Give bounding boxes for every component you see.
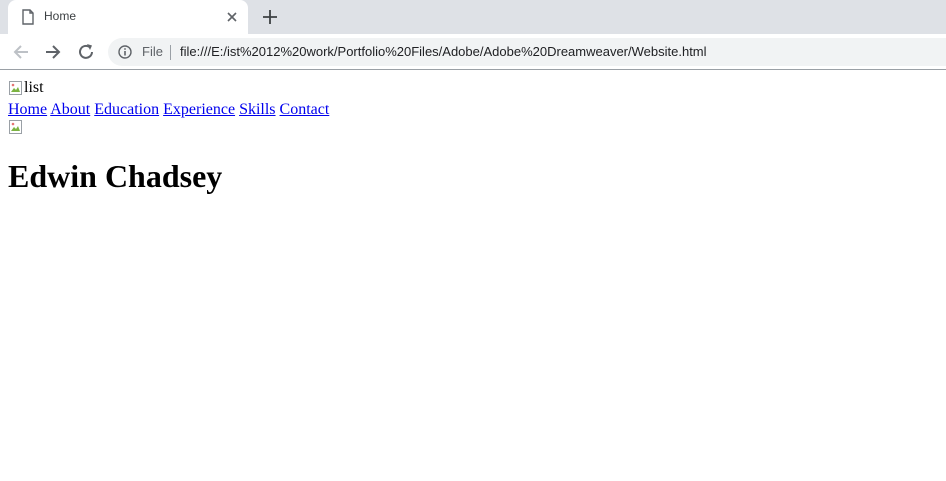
url-text[interactable]: file:///E:/ist%2012%20work/Portfolio%20F… — [180, 44, 707, 59]
nav-link-education[interactable]: Education — [94, 101, 159, 118]
nav-link-contact[interactable]: Contact — [280, 101, 330, 118]
site-nav: Home About Education Experience Skills C… — [8, 101, 938, 119]
broken-image-icon — [9, 120, 22, 134]
omnibox-separator — [170, 45, 171, 60]
page-heading: Edwin Chadsey — [8, 158, 223, 194]
logo-image: list — [8, 79, 44, 97]
logo-alt-text: list — [24, 79, 44, 96]
file-scheme-label: File — [142, 44, 163, 59]
reload-icon[interactable] — [76, 42, 96, 62]
broken-image-icon — [9, 81, 22, 95]
browser-tab[interactable]: Home — [8, 0, 248, 34]
tab-title: Home — [44, 9, 77, 23]
plus-icon[interactable] — [261, 8, 279, 26]
nav-link-about[interactable]: About — [50, 101, 90, 118]
nav-link-skills[interactable]: Skills — [239, 101, 275, 118]
browser-toolbar: File file:///E:/ist%2012%20work/Portfoli… — [0, 34, 946, 70]
address-bar[interactable]: File file:///E:/ist%2012%20work/Portfoli… — [108, 38, 946, 66]
arrow-left-icon[interactable] — [11, 42, 31, 62]
page-icon — [22, 9, 34, 25]
tab-strip: Home — [0, 0, 946, 34]
web-page: list Home About Education Experience Ski… — [0, 71, 946, 481]
arrow-right-icon[interactable] — [43, 42, 63, 62]
nav-link-home[interactable]: Home — [8, 101, 47, 118]
close-icon[interactable] — [226, 11, 238, 23]
info-icon[interactable] — [118, 45, 132, 59]
nav-link-experience[interactable]: Experience — [163, 101, 235, 118]
